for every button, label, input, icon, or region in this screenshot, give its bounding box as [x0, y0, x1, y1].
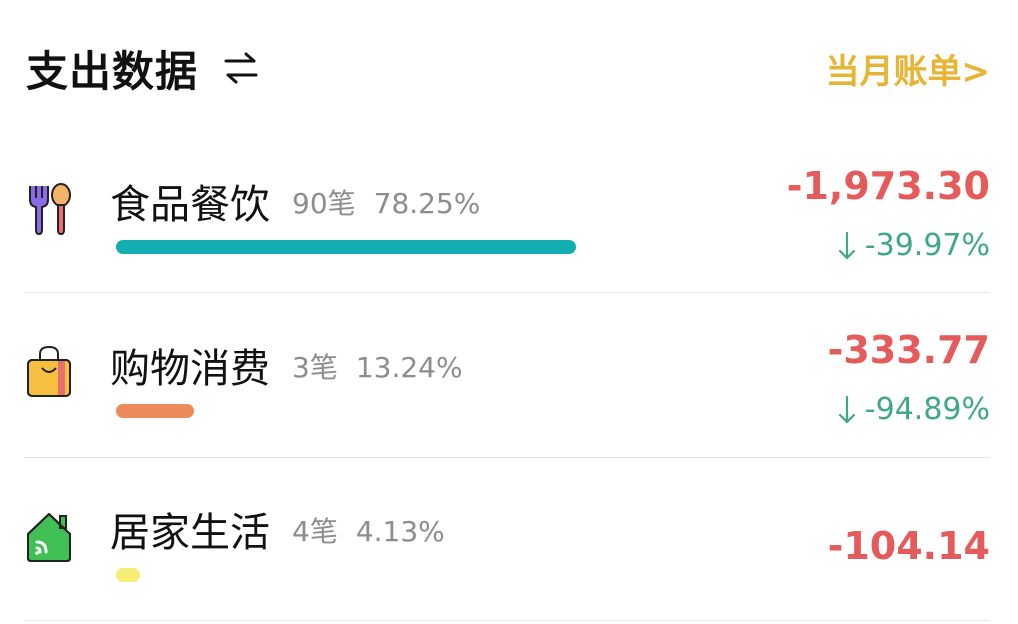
category-name: 食品餐饮 — [110, 182, 270, 228]
share-bar-fill — [116, 240, 576, 254]
share-bar — [116, 240, 576, 254]
house-icon — [27, 513, 71, 562]
monthly-bill-link[interactable]: 当月账单> — [826, 44, 991, 93]
title-group: 支出数据 — [26, 38, 260, 99]
category-row-home[interactable]: 居家生活 4笔 4.13% -104.14 — [24, 458, 990, 622]
share-bar — [116, 568, 576, 582]
month-change: -94.89% — [837, 392, 990, 427]
transaction-count: 4笔 — [292, 515, 338, 548]
category-row-shopping[interactable]: 购物消费 3笔 13.24% -333.77 -94.89% — [24, 294, 990, 458]
category-percent: 78.25% — [373, 187, 481, 220]
card-header: 支出数据 当月账单> — [26, 36, 990, 100]
category-name: 居家生活 — [110, 510, 270, 556]
shopping-bag-icon — [27, 345, 71, 397]
share-bar-fill — [116, 568, 141, 582]
transaction-count: 3笔 — [292, 351, 338, 384]
category-amount: -1,973.30 — [786, 164, 990, 208]
share-bar-fill — [116, 404, 194, 418]
arrow-down-icon — [838, 395, 855, 423]
category-percent: 13.24% — [355, 351, 463, 384]
swap-arrows-icon[interactable] — [222, 49, 260, 87]
category-row-food[interactable]: 食品餐饮 90笔 78.25% -1,973.30 -39.97% — [24, 130, 990, 294]
category-meta: 90笔 78.25% — [292, 182, 480, 222]
month-change: -39.97% — [837, 228, 990, 263]
change-value: -94.89% — [864, 392, 990, 427]
category-meta: 4笔 4.13% — [292, 510, 445, 550]
transaction-count: 90笔 — [292, 187, 356, 220]
category-amount: -104.14 — [827, 524, 990, 568]
row-divider — [24, 292, 990, 293]
category-name: 购物消费 — [110, 346, 270, 392]
card-title: 支出数据 — [26, 46, 199, 96]
expense-card: 支出数据 当月账单> 食品餐饮 90笔 78.25% -1,973.30 -39.… — [0, 0, 1018, 624]
category-amount: -333.77 — [827, 328, 990, 372]
row-divider — [24, 620, 990, 621]
fork-spoon-icon — [29, 183, 71, 236]
category-percent: 4.13% — [355, 515, 445, 548]
arrow-down-icon — [838, 231, 855, 259]
share-bar — [116, 404, 576, 418]
change-value: -39.97% — [864, 228, 990, 263]
category-meta: 3笔 13.24% — [292, 346, 463, 386]
